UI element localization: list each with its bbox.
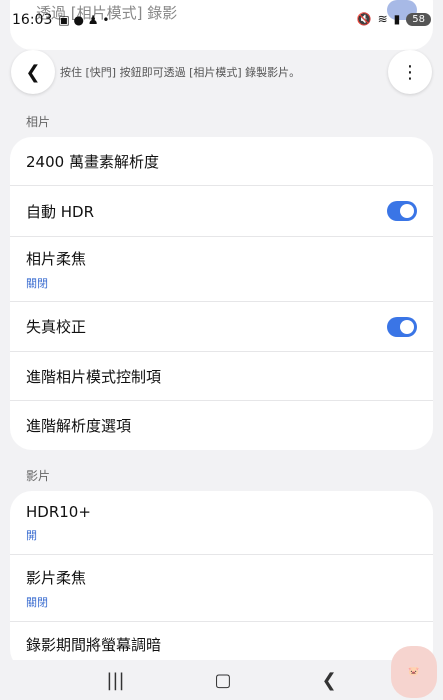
row-text: HDR10+ 開: [26, 503, 91, 543]
row-sublabel: 關閉: [26, 595, 48, 609]
row-label: 影片柔焦: [26, 568, 87, 587]
status-left: 16:03 ▣ ● ♟ •: [12, 12, 109, 28]
more-vertical-icon: ⋮: [401, 61, 419, 83]
navigation-bar: ||| ▢ ❮: [0, 660, 443, 700]
auto-hdr-toggle[interactable]: [387, 201, 417, 221]
mute-icon: 🔇: [356, 12, 372, 26]
photo-settings-card: 2400 萬畫素解析度 自動 HDR 相片柔焦 關閉 失真校正 進階相片模式控制…: [10, 137, 433, 450]
back-nav-icon[interactable]: ❮: [322, 670, 337, 691]
wifi-icon: ≋: [377, 12, 388, 26]
row-label: 失真校正: [26, 318, 87, 336]
row-label: 相片柔焦: [26, 249, 87, 268]
section-header-photo: 相片: [26, 115, 51, 129]
back-button[interactable]: ❮: [11, 50, 55, 94]
more-options-button[interactable]: ⋮: [388, 50, 432, 94]
row-label: 2400 萬畫素解析度: [26, 152, 159, 171]
record-in-photo-mode-description: 按住 [快門] 按鈕即可透過 [相片模式] 錄製影片。: [60, 66, 301, 79]
battery-indicator: 58: [406, 12, 431, 26]
row-24mp-resolution[interactable]: 2400 萬畫素解析度: [10, 137, 433, 186]
row-advanced-resolution-options[interactable]: 進階解析度選項: [10, 401, 433, 450]
row-label: 進階相片模式控制項: [26, 367, 162, 386]
status-right: 🔇 ≋ ▮ 58: [357, 12, 431, 26]
row-label: HDR10+: [26, 502, 91, 521]
home-icon[interactable]: ▢: [215, 670, 232, 691]
row-label: 自動 HDR: [26, 202, 95, 221]
back-arrow-icon: ❮: [25, 61, 41, 83]
row-distortion-correction[interactable]: 失真校正: [10, 302, 433, 352]
status-bar: 16:03 ▣ ● ♟ • 🔇 ≋ ▮ 58: [0, 0, 443, 40]
row-hdr10plus[interactable]: HDR10+ 開: [10, 491, 433, 555]
signal-icon: ▮: [393, 12, 401, 26]
pig-mascot-logo: 🐷: [391, 646, 437, 698]
distortion-correction-toggle[interactable]: [387, 316, 417, 337]
notification-icons: ▣ ● ♟ •: [58, 13, 110, 27]
section-header-video: 影片: [26, 469, 51, 483]
row-advanced-photo-controls[interactable]: 進階相片模式控制項: [10, 352, 433, 401]
row-photo-soft-focus[interactable]: 相片柔焦 關閉: [10, 237, 433, 302]
row-label: 進階解析度選項: [26, 417, 132, 435]
status-time: 16:03: [12, 12, 53, 28]
row-video-soft-focus[interactable]: 影片柔焦 關閉: [10, 555, 433, 622]
row-sublabel: 關閉: [26, 276, 48, 290]
row-text: 相片柔焦 關閉: [26, 248, 86, 291]
row-sublabel: 開: [26, 528, 37, 542]
row-text: 影片柔焦 關閉: [26, 567, 86, 610]
video-settings-card: HDR10+ 開 影片柔焦 關閉 錄影期間將螢幕調暗 關閉: [10, 491, 433, 671]
recent-apps-icon[interactable]: |||: [106, 670, 124, 691]
row-label: 錄影期間將螢幕調暗: [26, 635, 162, 654]
row-auto-hdr[interactable]: 自動 HDR: [10, 186, 433, 237]
